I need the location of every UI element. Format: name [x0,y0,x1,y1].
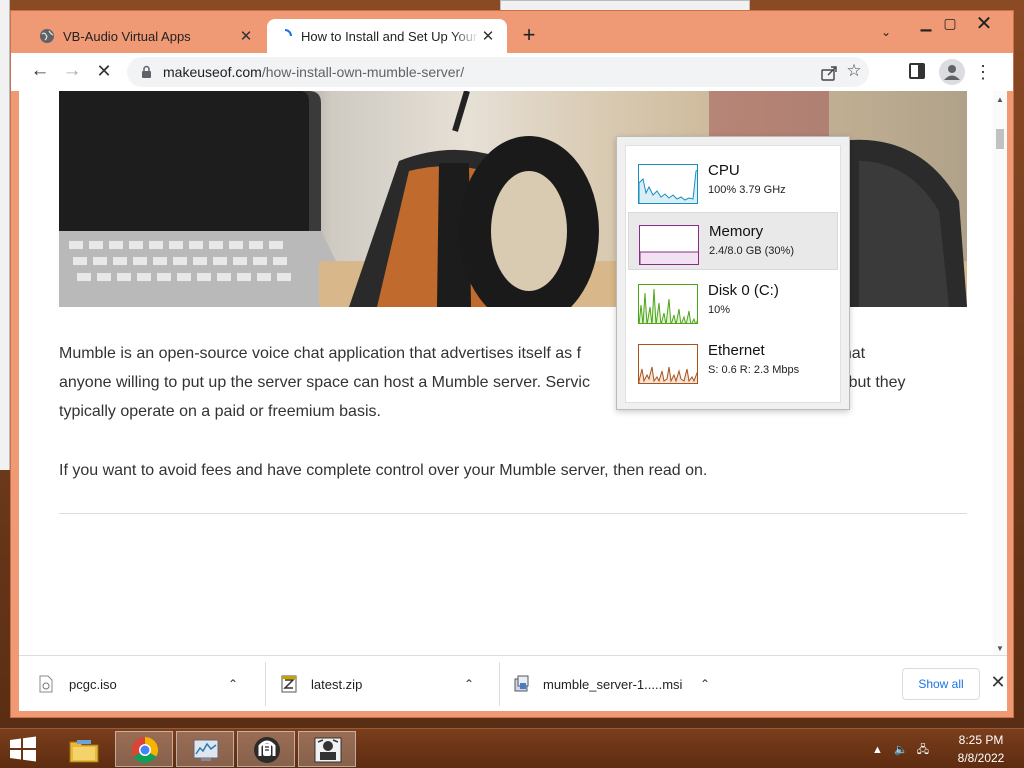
cpu-title: CPU [708,162,740,179]
installer-file-icon [513,675,529,693]
profile-avatar-icon[interactable] [939,59,965,85]
memory-title: Memory [709,223,764,240]
memory-detail: 2.4/8.0 GB (30%) [709,245,794,257]
ethernet-detail: S: 0.6 R: 2.3 Mbps [708,364,800,376]
cpu-graph [638,164,698,204]
disk-row[interactable]: Disk 0 (C:) 10% [628,272,838,330]
tab-title: VB-Audio Virtual Apps [63,28,191,44]
taskbar: ▲ 🔈 🖧 8:25 PM 8/8/2022 [0,728,1024,768]
show-all-downloads-button[interactable]: Show all [902,668,980,700]
back-arrow-icon[interactable]: ← [27,59,53,85]
download-filename: latest.zip [311,676,363,692]
side-panel-icon[interactable] [909,63,925,79]
url-path: /how-install-own-mumble-server/ [261,64,465,80]
murmur-icon [313,736,343,764]
tab-search-chevron-icon[interactable]: ⌄ [875,25,897,47]
chevron-up-icon[interactable]: ⌃ [461,677,477,691]
taskbar-task-manager[interactable] [176,731,234,767]
browser-toolbar: ← → ✕ makeuseof.com/how-install-own-mumb… [11,53,1013,91]
tab-title: How to Install and Set Up Your Own Mumbl… [301,28,479,44]
taskbar-mumble[interactable] [237,731,295,767]
task-manager-widget[interactable]: CPU 100% 3.79 GHz Memory 2.4/8.0 GB (30%… [616,136,850,410]
download-item[interactable]: pcgc.iso ⌃ [39,664,241,704]
scroll-down-arrow-icon[interactable]: ▼ [996,644,1004,653]
zip-file-icon [281,675,297,693]
windows-start-icon[interactable] [8,735,38,763]
new-tab-button[interactable]: + [517,24,541,48]
tab-close-icon[interactable]: ✕ [479,27,497,45]
chrome-icon [130,736,160,764]
memory-row[interactable]: Memory 2.4/8.0 GB (30%) [628,212,838,270]
show-hidden-icons-icon[interactable]: ▲ [872,744,883,756]
url-text[interactable]: makeuseof.com/how-install-own-mumble-ser… [163,64,464,80]
download-filename: mumble_server-1.....msi [543,676,683,692]
disk-graph [638,284,698,324]
page-content: Mumble is an open-source voice chat appl… [19,91,1007,655]
scrollbar-thumb[interactable] [996,129,1004,149]
address-bar[interactable]: makeuseof.com/how-install-own-mumble-ser… [127,57,869,87]
chevron-up-icon[interactable]: ⌃ [697,677,713,691]
page-scrollbar[interactable]: ▲ ▼ [993,91,1007,655]
bookmark-star-icon[interactable]: ☆ [843,60,865,82]
article-paragraph-part: Mumble is an open-source voice chat appl… [59,345,582,362]
article-paragraph: If you want to avoid fees and have compl… [59,462,708,479]
scroll-up-arrow-icon[interactable]: ▲ [996,95,1004,104]
tab-close-icon[interactable]: ✕ [237,27,255,45]
download-bar: pcgc.iso ⌃ latest.zip ⌃ mumble_server-1.… [19,655,1007,711]
section-divider [59,513,967,514]
ethernet-title: Ethernet [708,342,765,359]
download-separator [265,662,266,706]
globe-icon [39,28,55,44]
network-icon[interactable]: 🖧 [917,744,929,756]
mumble-icon [252,736,282,764]
download-filename: pcgc.iso [69,676,117,692]
clock-time[interactable]: 8:25 PM [944,733,1018,747]
more-menu-icon[interactable]: ⋮ [973,59,993,85]
download-item[interactable]: mumble_server-1.....msi ⌃ [513,664,713,704]
background-window-edge [0,0,10,470]
disc-file-icon [39,675,55,693]
performance-list: CPU 100% 3.79 GHz Memory 2.4/8.0 GB (30%… [625,145,841,403]
download-separator [499,662,500,706]
tab-mumble-article[interactable]: How to Install and Set Up Your Own Mumbl… [267,19,507,53]
download-item[interactable]: latest.zip ⌃ [281,664,477,704]
article-paragraph-part: typically operate on a paid or freemium … [59,403,381,420]
task-manager-icon [191,736,221,764]
chevron-up-icon[interactable]: ⌃ [225,677,241,691]
lock-icon[interactable] [139,64,153,80]
disk-title: Disk 0 (C:) [708,282,779,299]
tab-vb-audio[interactable]: VB-Audio Virtual Apps ✕ [29,19,265,53]
forward-arrow-icon[interactable]: → [59,59,85,85]
tab-strip: VB-Audio Virtual Apps ✕ How to Install a… [11,11,1013,53]
stop-loading-icon[interactable]: ✕ [91,59,117,85]
share-icon[interactable] [819,63,839,83]
disk-detail: 10% [708,304,731,316]
ethernet-row[interactable]: Ethernet S: 0.6 R: 2.3 Mbps [628,332,838,390]
ethernet-graph [638,344,698,384]
cpu-row[interactable]: CPU 100% 3.79 GHz [628,152,838,210]
volume-icon[interactable]: 🔈 [894,744,908,756]
memory-graph [639,225,699,265]
close-window-button[interactable]: ✕ [969,14,999,37]
article-paragraph-part: anyone willing to put up the server spac… [59,374,590,391]
maximize-button[interactable]: ▢ [935,15,965,37]
cpu-detail: 100% 3.79 GHz [708,184,786,196]
taskbar-file-explorer[interactable] [54,731,112,767]
system-tray: ▲ 🔈 🖧 [872,741,929,760]
browser-window: VB-Audio Virtual Apps ✕ How to Install a… [10,10,1014,718]
loading-spinner-icon [277,28,293,44]
file-explorer-icon [69,736,99,764]
close-download-bar-icon[interactable]: ✕ [989,672,1007,694]
url-host: makeuseof.com [163,64,262,80]
clock-date[interactable]: 8/8/2022 [944,751,1018,765]
taskbar-murmur[interactable] [298,731,356,767]
taskbar-chrome[interactable] [115,731,173,767]
